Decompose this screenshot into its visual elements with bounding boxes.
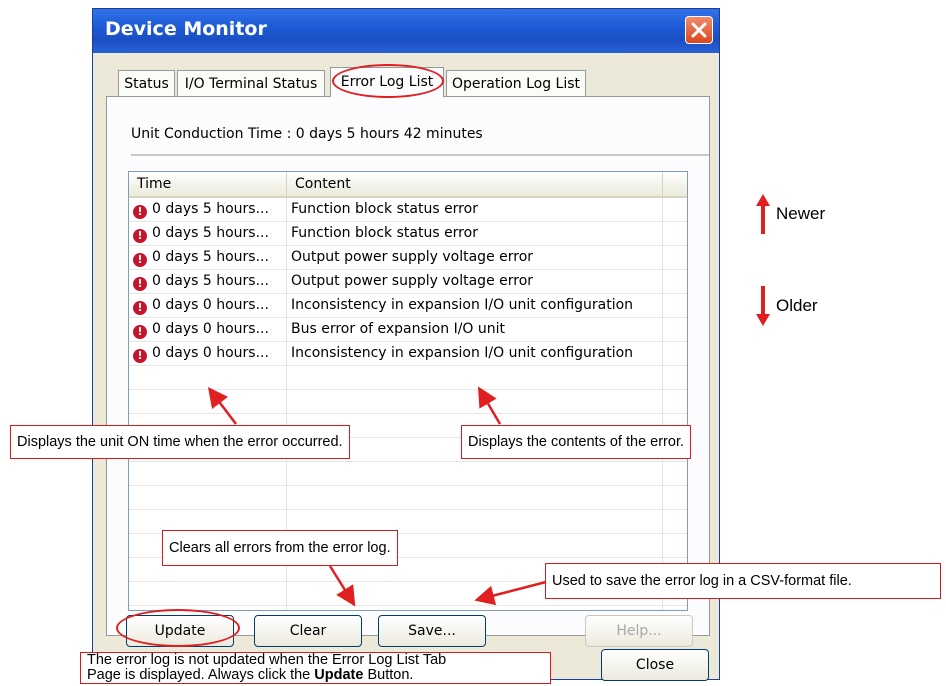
- cell-time: ! 0 days 0 hours...: [133, 318, 283, 341]
- cell-content: Inconsistency in expansion I/O unit conf…: [291, 345, 634, 361]
- time-text: 0 days 0 hours...: [152, 345, 269, 361]
- cell-content: Function block status error: [291, 201, 478, 217]
- callout-content: Displays the contents of the error.: [461, 425, 691, 459]
- save-button[interactable]: Save...: [378, 615, 486, 647]
- newer-label: Newer: [776, 204, 826, 223]
- older-label: Older: [776, 296, 818, 315]
- table-row[interactable]: ! 0 days 0 hours... Inconsistency in expan…: [129, 294, 687, 318]
- column-header-content[interactable]: Content: [287, 172, 663, 196]
- close-icon: [691, 22, 707, 38]
- table-row: [129, 462, 687, 486]
- table-row[interactable]: ! 0 days 0 hours... Inconsistency in expan…: [129, 342, 687, 366]
- unit-conduction-time: Unit Conduction Time : 0 days 5 hours 42…: [131, 126, 483, 142]
- table-row[interactable]: ! 0 days 5 hours... Output power supply vo…: [129, 270, 687, 294]
- highlight-ellipse-update: [116, 609, 240, 647]
- cell-content: Bus error of expansion I/O unit: [291, 321, 506, 337]
- tab-label: I/O Terminal Status: [184, 76, 318, 92]
- callout-save: Used to save the error log in a CSV-form…: [545, 563, 941, 599]
- tab-status[interactable]: Status: [118, 70, 175, 96]
- error-icon: !: [133, 277, 147, 291]
- tab-operation-log-list[interactable]: Operation Log List: [446, 70, 586, 96]
- cell-content: Output power supply voltage error: [291, 273, 534, 289]
- cell-content: Output power supply voltage error: [291, 249, 534, 265]
- cell-time: ! 0 days 5 hours...: [133, 222, 283, 245]
- window-title: Device Monitor: [105, 18, 267, 40]
- callout-clear: Clears all errors from the error log.: [162, 530, 398, 566]
- tab-label: Status: [124, 76, 169, 92]
- error-icon: !: [133, 205, 147, 219]
- tab-io-terminal-status[interactable]: I/O Terminal Status: [177, 70, 325, 96]
- cell-time: ! 0 days 0 hours...: [133, 294, 283, 317]
- table-row: [129, 390, 687, 414]
- callout-time: Displays the unit ON time when the error…: [10, 425, 350, 459]
- time-text: 0 days 5 hours...: [152, 201, 269, 217]
- highlight-ellipse-tab: [332, 64, 444, 98]
- cell-time: ! 0 days 0 hours...: [133, 342, 283, 365]
- callout-update-line2-suffix: Button.: [363, 667, 414, 683]
- cell-content: Inconsistency in expansion I/O unit conf…: [291, 297, 634, 313]
- callout-update: The error log is not updated when the Er…: [80, 652, 551, 684]
- error-icon: !: [133, 229, 147, 243]
- error-icon: !: [133, 325, 147, 339]
- time-text: 0 days 5 hours...: [152, 273, 269, 289]
- arrow-down-icon: [756, 286, 770, 326]
- cell-time: ! 0 days 5 hours...: [133, 270, 283, 293]
- table-row[interactable]: ! 0 days 0 hours... Bus error of expansion…: [129, 318, 687, 342]
- time-text: 0 days 5 hours...: [152, 249, 269, 265]
- arrow-up-icon: [756, 194, 770, 234]
- table-row[interactable]: ! 0 days 5 hours... Function block status …: [129, 222, 687, 246]
- cell-time: ! 0 days 5 hours...: [133, 246, 283, 269]
- title-bar: Device Monitor: [93, 9, 719, 53]
- table-row[interactable]: ! 0 days 5 hours... Output power supply vo…: [129, 246, 687, 270]
- column-header-time[interactable]: Time: [129, 172, 287, 196]
- error-icon: !: [133, 301, 147, 315]
- callout-update-line2-prefix: Page is displayed. Always click the: [87, 667, 315, 683]
- table-row: [129, 366, 687, 390]
- error-icon: !: [133, 253, 147, 267]
- callout-update-line1: The error log is not updated when the Er…: [87, 652, 447, 668]
- callout-update-bold: Update: [314, 667, 364, 683]
- separator: [131, 154, 709, 157]
- close-button[interactable]: Close: [601, 649, 709, 681]
- time-text: 0 days 0 hours...: [152, 297, 269, 313]
- help-button[interactable]: Help...: [585, 615, 693, 647]
- table-row: [129, 486, 687, 510]
- tab-label: Operation Log List: [451, 76, 581, 92]
- clear-button[interactable]: Clear: [254, 615, 362, 647]
- list-header: Time Content: [129, 172, 687, 198]
- cell-time: ! 0 days 5 hours...: [133, 198, 283, 221]
- error-icon: !: [133, 349, 147, 363]
- close-window-button[interactable]: [685, 16, 713, 44]
- time-text: 0 days 5 hours...: [152, 225, 269, 241]
- cell-content: Function block status error: [291, 225, 478, 241]
- table-row[interactable]: ! 0 days 5 hours... Function block status …: [129, 198, 687, 222]
- time-text: 0 days 0 hours...: [152, 321, 269, 337]
